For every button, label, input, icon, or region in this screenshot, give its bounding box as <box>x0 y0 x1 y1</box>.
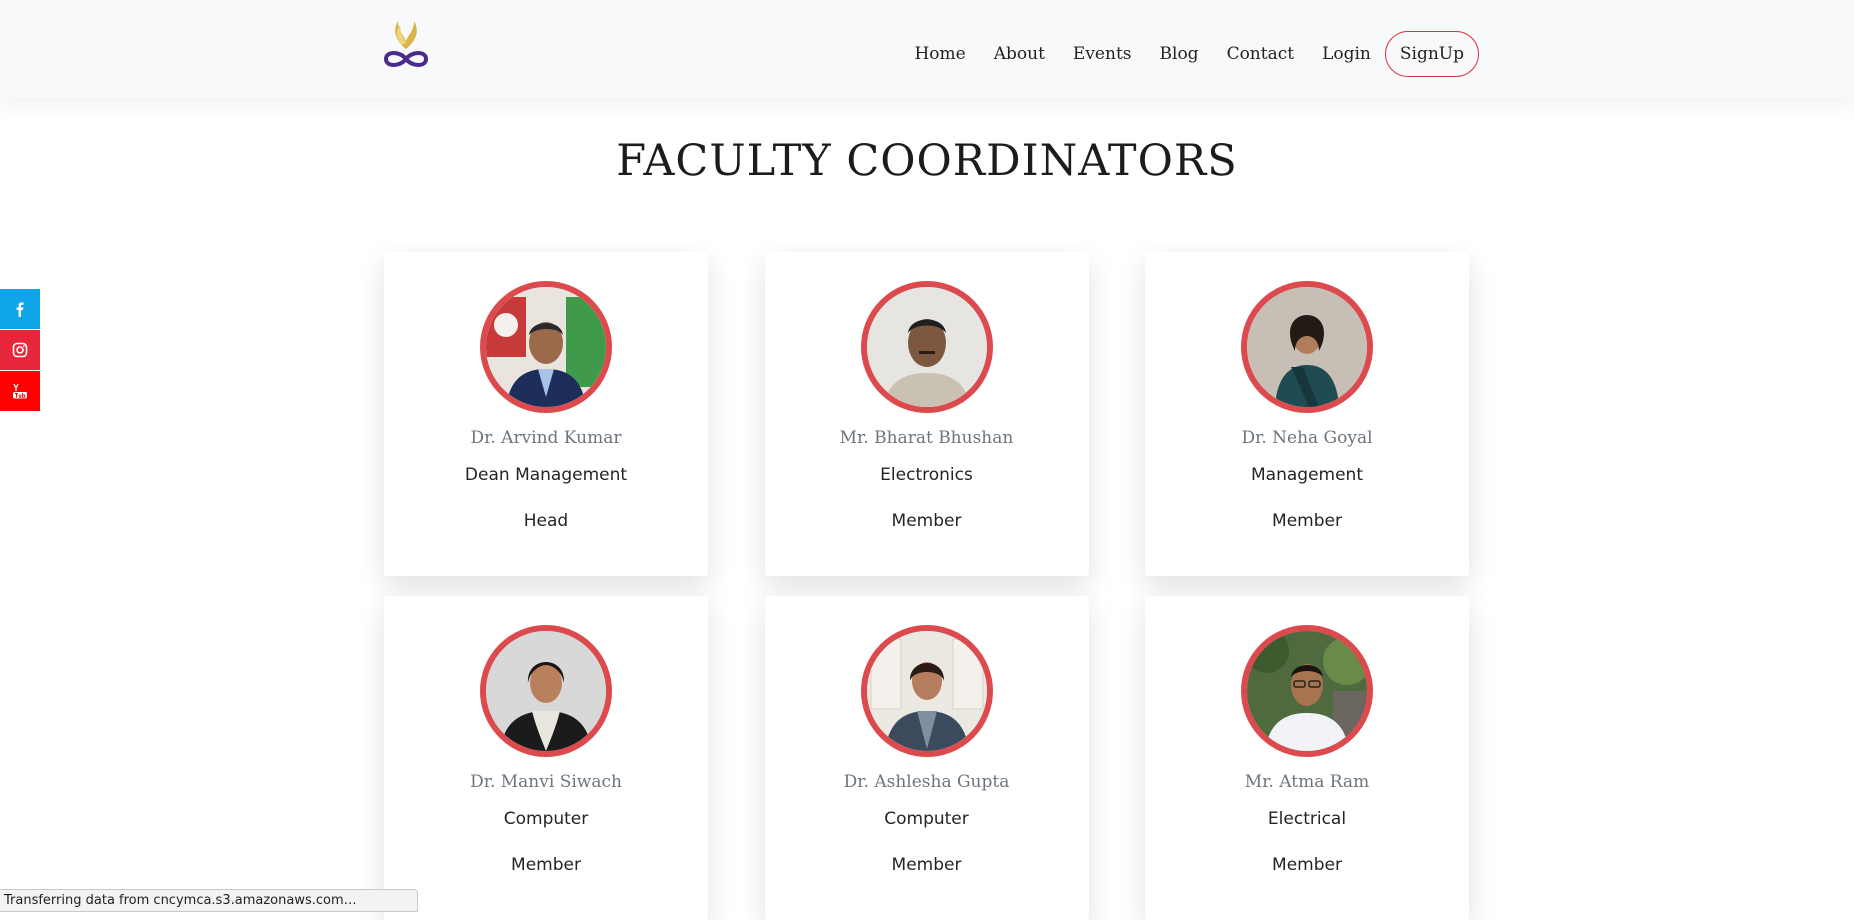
instagram-icon <box>12 342 28 358</box>
faculty-grid: Dr. Arvind Kumar Dean Management Head Mr… <box>384 252 1469 920</box>
nav-about[interactable]: About <box>994 44 1045 64</box>
faculty-role: Member <box>891 855 962 875</box>
faculty-department: Computer <box>503 809 589 829</box>
faculty-photo <box>1241 625 1373 757</box>
faculty-name: Mr. Bharat Bhushan <box>839 428 1014 448</box>
faculty-photo <box>860 281 993 413</box>
faculty-card: Mr. Bharat Bhushan Electronics Member <box>764 252 1089 576</box>
nav-login[interactable]: Login <box>1322 44 1371 64</box>
social-sidebar <box>0 289 40 412</box>
nav-contact[interactable]: Contact <box>1227 44 1295 64</box>
faculty-name: Dr. Arvind Kumar <box>470 428 622 448</box>
youtube-button[interactable] <box>0 371 40 411</box>
faculty-photo <box>480 625 612 757</box>
faculty-name: Dr. Neha Goyal <box>1241 428 1373 448</box>
browser-status-bar: Transferring data from cncymca.s3.amazon… <box>0 889 418 912</box>
faculty-department: Dean Management <box>464 465 628 485</box>
facebook-button[interactable] <box>0 289 40 329</box>
nav-home[interactable]: Home <box>914 44 965 64</box>
faculty-role: Member <box>891 511 962 531</box>
facebook-icon <box>16 302 24 317</box>
infinity-flame-logo[interactable] <box>382 19 430 71</box>
faculty-card: Mr. Atma Ram Electrical Member <box>1145 596 1469 920</box>
nav-events[interactable]: Events <box>1073 44 1132 64</box>
faculty-name: Mr. Atma Ram <box>1244 772 1370 792</box>
nav-links: Home About Events Blog Contact Login Sig… <box>886 31 1479 77</box>
youtube-icon <box>13 383 27 399</box>
faculty-role: Member <box>1272 511 1342 531</box>
navbar: Home About Events Blog Contact Login Sig… <box>0 0 1854 98</box>
faculty-role: Head <box>523 511 569 531</box>
faculty-department: Electrical <box>1267 809 1347 829</box>
faculty-photo <box>860 625 993 757</box>
nav-blog[interactable]: Blog <box>1160 44 1199 64</box>
faculty-department: Electronics <box>880 465 973 485</box>
faculty-role: Member <box>511 855 581 875</box>
signup-button[interactable]: SignUp <box>1384 31 1479 77</box>
faculty-department: Management <box>1251 465 1363 485</box>
faculty-department: Computer <box>884 809 969 829</box>
faculty-photo <box>480 281 612 413</box>
faculty-name: Dr. Manvi Siwach <box>470 772 622 792</box>
page-title: FACULTY COORDINATORS <box>616 136 1238 186</box>
faculty-card: Dr. Neha Goyal Management Member <box>1145 252 1469 576</box>
faculty-photo <box>1241 281 1373 413</box>
faculty-role: Member <box>1272 855 1342 875</box>
instagram-button[interactable] <box>0 330 40 370</box>
faculty-card: Dr. Arvind Kumar Dean Management Head <box>384 252 708 576</box>
faculty-name: Dr. Ashlesha Gupta <box>843 772 1010 792</box>
faculty-card: Dr. Ashlesha Gupta Computer Member <box>764 596 1089 920</box>
faculty-card: Dr. Manvi Siwach Computer Member <box>384 596 708 920</box>
